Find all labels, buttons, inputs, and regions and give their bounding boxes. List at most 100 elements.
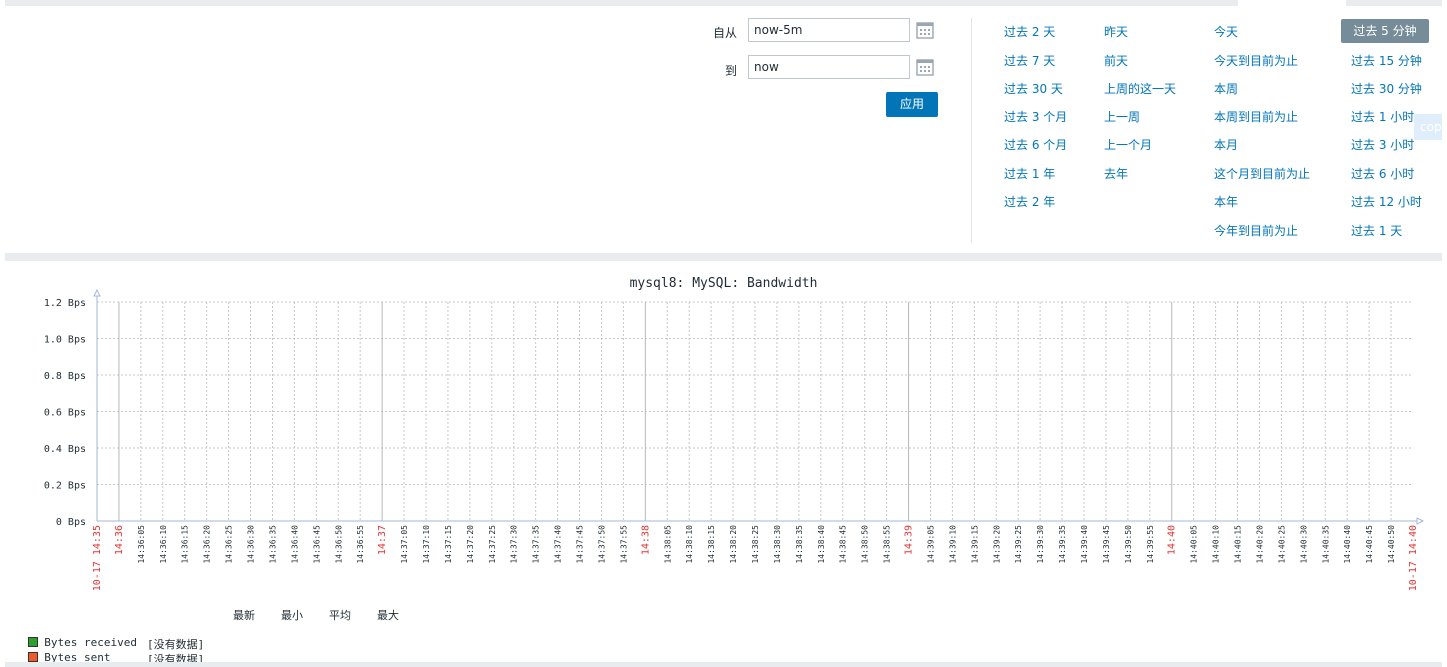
x-tick-label: 14:36:40 — [290, 525, 299, 564]
y-axis-arrow — [93, 288, 101, 297]
x-tick-label: 14:38:20 — [729, 525, 738, 564]
quick-range-link[interactable]: 过去 2 年 — [1004, 193, 1055, 210]
x-tick-label: 14:40:20 — [1255, 525, 1264, 564]
from-label: 自从 — [712, 26, 737, 40]
quick-range-link[interactable]: 过去 6 个月 — [1004, 136, 1067, 153]
x-tick-label: 14:39:35 — [1058, 525, 1067, 564]
quick-range-link[interactable]: 去年 — [1104, 165, 1128, 182]
quick-range-link[interactable]: 今天 — [1214, 23, 1238, 40]
x-major-tick-label: 14:40 — [1167, 525, 1178, 555]
x-tick-label: 14:40:10 — [1212, 525, 1221, 564]
y-tick-label: 0.2 Bps — [44, 481, 86, 492]
quick-range-link[interactable]: 过去 3 个月 — [1004, 108, 1067, 125]
quick-range-link[interactable]: 今年到目前为止 — [1214, 222, 1298, 239]
x-tick-label: 14:37:20 — [466, 525, 475, 564]
x-tick-label: 14:40:40 — [1343, 525, 1352, 564]
x-tick-label: 14:37:15 — [444, 525, 453, 564]
quick-range-link[interactable]: 本周到目前为止 — [1214, 108, 1298, 125]
quick-range-link[interactable]: 过去 1 天 — [1351, 222, 1402, 239]
x-tick-label: 14:39:10 — [948, 525, 957, 564]
quick-range-link[interactable]: 上一个月 — [1104, 136, 1152, 153]
legend-header-avg: 平均 — [329, 609, 351, 622]
x-tick-label: 14:39:50 — [1124, 525, 1133, 564]
quick-range-link[interactable]: 今天到目前为止 — [1214, 52, 1298, 69]
from-calendar-icon[interactable] — [915, 20, 935, 40]
section-separator — [5, 253, 1442, 261]
x-tick-label: 14:39:40 — [1080, 525, 1089, 564]
to-calendar-icon[interactable] — [915, 57, 935, 77]
x-tick-label: 14:36:45 — [312, 525, 321, 564]
x-tick-label: 14:37:35 — [532, 525, 541, 564]
x-tick-label: 14:39:45 — [1102, 525, 1111, 564]
x-tick-label: 14:40:45 — [1365, 525, 1374, 564]
x-tick-label: 14:38:10 — [685, 525, 694, 564]
quick-range-link[interactable]: 过去 12 小时 — [1351, 193, 1422, 210]
x-tick-label: 14:38:35 — [795, 525, 804, 564]
x-tick-label: 14:39:55 — [1146, 525, 1155, 564]
x-tick-label: 14:40:15 — [1234, 525, 1243, 564]
legend-swatch — [28, 652, 39, 662]
quick-range-link[interactable]: 过去 1 年 — [1004, 165, 1055, 182]
y-tick-label: 0.6 Bps — [44, 408, 86, 419]
x-major-tick-label: 14:36 — [114, 525, 125, 555]
quick-range-selected[interactable]: 过去 5 分钟 — [1341, 19, 1429, 43]
x-tick-label: 14:37:50 — [597, 525, 606, 564]
quick-range-link[interactable]: 过去 30 分钟 — [1351, 80, 1422, 97]
x-tick-label: 14:40:25 — [1277, 525, 1286, 564]
quick-range-link[interactable]: 本周 — [1214, 80, 1238, 97]
quick-range-link[interactable]: 这个月到目前为止 — [1214, 165, 1310, 182]
x-tick-label: 14:37:10 — [422, 525, 431, 564]
x-tick-label: 14:40:05 — [1190, 525, 1199, 564]
x-tick-label: 14:36:05 — [137, 525, 146, 564]
y-tick-label: 0.4 Bps — [44, 444, 86, 455]
x-tick-label: 14:38:25 — [751, 525, 760, 564]
legend-header-max: 最大 — [377, 609, 399, 622]
legend-item: Bytes sent [没有数据] — [15, 638, 204, 666]
x-major-tick-label: 14:38 — [640, 525, 651, 555]
x-tick-label: 14:38:55 — [883, 525, 892, 564]
x-tick-label: 14:39:30 — [1036, 525, 1045, 564]
quick-range-link[interactable]: 过去 15 分钟 — [1351, 52, 1422, 69]
x-tick-label: 14:36:35 — [268, 525, 277, 564]
copy-tab[interactable]: cop — [1414, 114, 1442, 140]
quick-range-link[interactable]: 过去 7 天 — [1004, 52, 1055, 69]
y-tick-label: 1.2 Bps — [44, 298, 86, 309]
x-tick-label: 14:37:05 — [400, 525, 409, 564]
quick-range-link[interactable]: 本年 — [1214, 193, 1238, 210]
x-start-label: 10-17 14:35 — [92, 525, 103, 591]
x-tick-label: 14:37:45 — [576, 525, 585, 564]
x-tick-label: 14:36:50 — [334, 525, 343, 564]
x-tick-label: 14:36:30 — [247, 525, 256, 564]
x-tick-label: 14:38:50 — [861, 525, 870, 564]
x-tick-label: 14:40:30 — [1299, 525, 1308, 564]
quick-range-link[interactable]: 前天 — [1104, 52, 1128, 69]
bandwidth-graph: 0 Bps 0.2 Bps 0.4 Bps 0.6 Bps 0.8 Bps 1.0 Bps… — [44, 288, 1425, 591]
x-tick-label: 14:38:05 — [663, 525, 672, 564]
x-end-label: 10-17 14:40 — [1408, 525, 1419, 591]
x-tick-label: 14:39:15 — [970, 525, 979, 564]
quick-range-link[interactable]: 昨天 — [1104, 23, 1128, 40]
time-filter-panel — [5, 6, 1442, 253]
quick-range-link[interactable]: 上一周 — [1104, 108, 1140, 125]
quick-range-link[interactable]: 过去 6 小时 — [1351, 165, 1414, 182]
to-input[interactable] — [748, 55, 910, 79]
x-tick-label: 14:39:25 — [1014, 525, 1023, 564]
x-tick-label: 14:37:25 — [488, 525, 497, 564]
x-axis-arrow — [1416, 517, 1425, 525]
to-label: 到 — [724, 64, 737, 78]
quick-range-link[interactable]: 上周的这一天 — [1104, 80, 1176, 97]
x-tick-label: 14:37:55 — [619, 525, 628, 564]
quick-range-link[interactable]: 过去 30 天 — [1004, 80, 1063, 97]
legend-series-status: [没有数据] — [147, 638, 205, 651]
quick-range-link[interactable]: 本月 — [1214, 136, 1238, 153]
x-tick-label: 14:38:40 — [817, 525, 826, 564]
x-tick-label: 14:36:10 — [159, 525, 168, 564]
quick-range-link[interactable]: 过去 3 小时 — [1351, 136, 1414, 153]
from-input[interactable] — [748, 18, 910, 42]
legend-header-last: 最新 — [233, 609, 255, 622]
x-tick-label: 14:36:20 — [203, 525, 212, 564]
y-tick-label: 1.0 Bps — [44, 335, 86, 346]
quick-range-link[interactable]: 过去 1 小时 — [1351, 108, 1414, 125]
quick-range-link[interactable]: 过去 2 天 — [1004, 23, 1055, 40]
apply-button[interactable]: 应用 — [886, 92, 938, 117]
